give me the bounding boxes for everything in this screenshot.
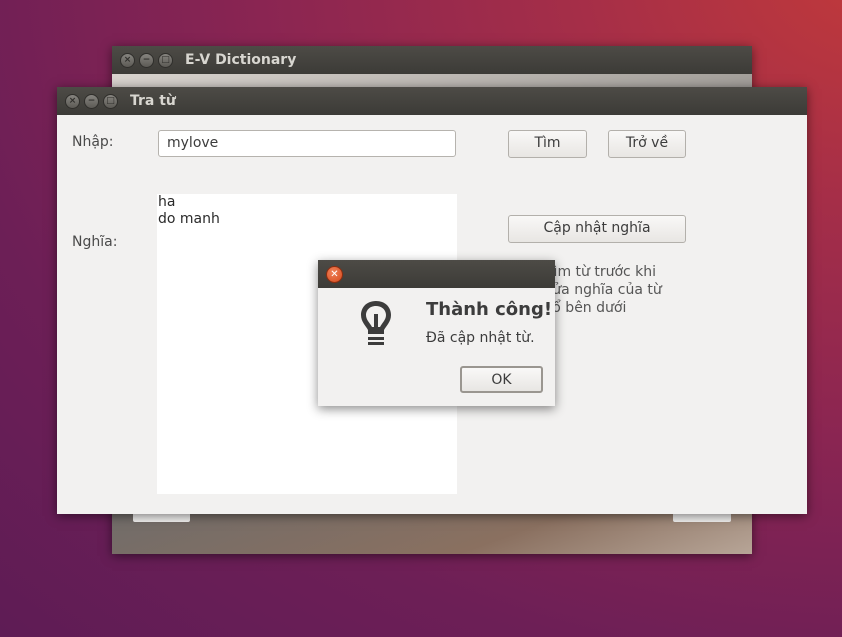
success-dialog: ✕ Thành công! Đã cập nhật từ. OK [318,260,555,406]
word-input[interactable]: mylove [158,130,456,157]
input-label: Nhập: [72,134,114,150]
meaning-label: Nghĩa: [72,234,118,250]
minimize-icon[interactable]: − [139,53,154,68]
search-button[interactable]: Tìm [508,130,587,158]
hint-text: Tìm từ trước khi sửa nghĩa của từ sổ bên… [545,264,662,316]
minimize-icon[interactable]: − [84,94,99,109]
close-icon[interactable]: × [120,53,135,68]
ok-button[interactable]: OK [460,366,543,393]
maximize-icon[interactable]: □ [158,53,173,68]
ev-dictionary-titlebar[interactable]: × − □ E-V Dictionary [112,46,752,74]
window-title: E-V Dictionary [185,52,297,68]
lightbulb-icon [358,298,394,354]
window-title: Tra từ [130,93,176,109]
close-icon[interactable]: ✕ [326,266,343,283]
dialog-titlebar[interactable]: ✕ [318,260,555,288]
maximize-icon[interactable]: □ [103,94,118,109]
close-icon[interactable]: × [65,94,80,109]
dialog-heading: Thành công! [426,299,553,320]
back-button[interactable]: Trở về [608,130,686,158]
lookup-titlebar[interactable]: × − □ Tra từ [57,87,807,115]
update-meaning-button[interactable]: Cập nhật nghĩa [508,215,686,243]
dialog-message: Đã cập nhật từ. [426,330,535,346]
